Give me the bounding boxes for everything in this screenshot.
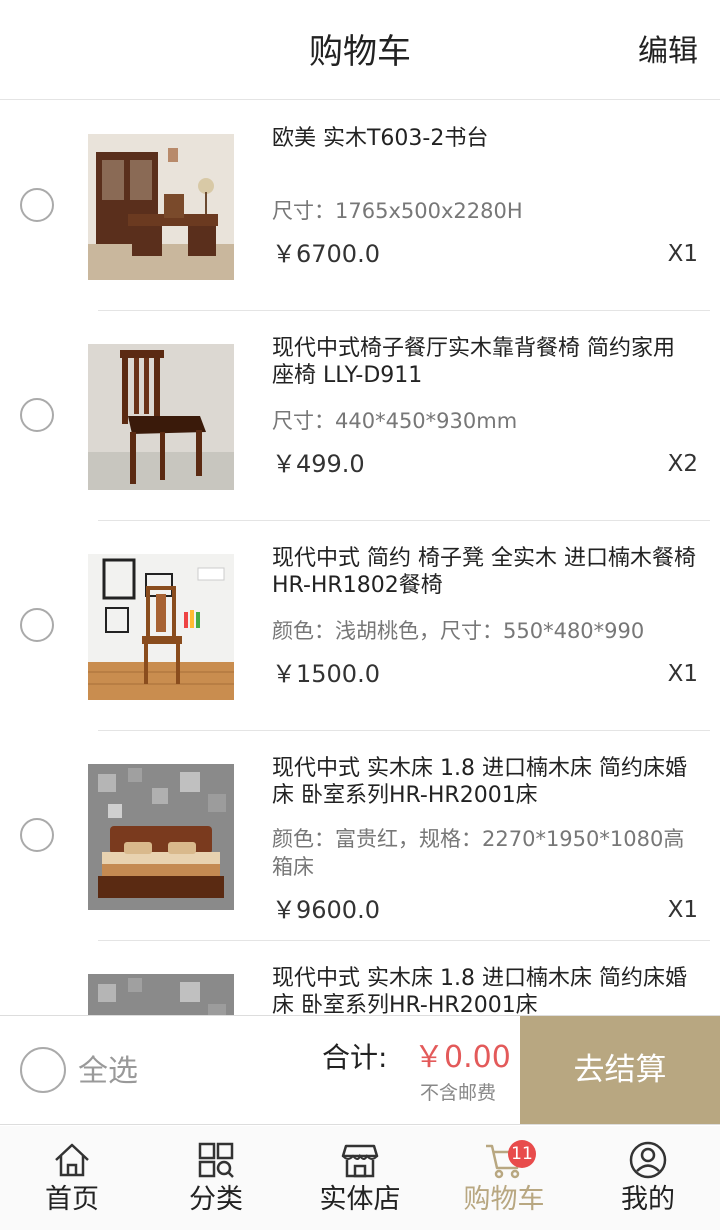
product-name[interactable]: 欧美 实木T603-2书台 <box>272 125 696 152</box>
product-spec: 尺寸：1765x500x2280H <box>272 199 523 223</box>
product-name[interactable]: 现代中式椅子餐厅实木靠背餐椅 简约家用座椅 LLY-D911 <box>272 335 696 389</box>
product-quantity: X1 <box>667 661 698 687</box>
tab-cart[interactable]: 11 购物车 <box>432 1126 576 1230</box>
tab-label: 实体店 <box>319 1184 401 1215</box>
item-select-radio[interactable] <box>20 398 54 432</box>
product-spec: 尺寸：440*450*930mm <box>272 409 518 433</box>
product-image-bed[interactable] <box>88 974 234 1015</box>
tab-home[interactable]: 首页 <box>0 1126 144 1230</box>
item-select-radio[interactable] <box>20 188 54 222</box>
tab-category[interactable]: 分类 <box>144 1126 288 1230</box>
cart-item: 现代中式 实木床 1.8 进口楠木床 简约床婚床 卧室系列HR-HR2001床 … <box>0 731 720 941</box>
cart-item: 欧美 实木T603-2书台 尺寸：1765x500x2280H ￥6700.0 … <box>0 101 720 311</box>
user-icon <box>629 1141 667 1179</box>
total-label: 合计: <box>322 1041 388 1074</box>
product-image-chair[interactable] <box>88 344 234 490</box>
cart-item: 现代中式 实木床 1.8 进口楠木床 简约床婚床 卧室系列HR-HR2001床 <box>0 941 720 1015</box>
product-price: ￥1500.0 <box>272 660 380 688</box>
product-image-bed[interactable] <box>88 764 234 910</box>
shipping-note: 不含邮费 <box>420 1082 497 1104</box>
checkout-button[interactable]: 去结算 <box>520 1016 720 1124</box>
select-all-label[interactable]: 全选 <box>78 1052 138 1092</box>
product-spec: 颜色：浅胡桃色，尺寸：550*480*990 <box>272 619 645 643</box>
checkout-bar: 全选 合计: ￥0.00 不含邮费 去结算 <box>0 1015 720 1125</box>
product-price: ￥499.0 <box>272 450 365 478</box>
product-price: ￥9600.0 <box>272 896 380 924</box>
product-image-dining-chair[interactable] <box>88 554 234 700</box>
item-select-radio[interactable] <box>20 818 54 852</box>
total-amount: ￥0.00 <box>414 1040 511 1075</box>
store-icon <box>341 1144 379 1178</box>
tab-label: 分类 <box>189 1184 243 1215</box>
edit-button[interactable]: 编辑 <box>638 32 698 72</box>
product-quantity: X1 <box>667 897 698 923</box>
category-icon <box>198 1142 234 1178</box>
product-image-desk[interactable] <box>88 134 234 280</box>
bottom-tab-bar: 首页 分类 实体店 11 购物车 我的 <box>0 1126 720 1230</box>
page-title: 购物车 <box>309 32 411 72</box>
cart-count-badge: 11 <box>508 1140 536 1168</box>
cart-item: 现代中式椅子餐厅实木靠背餐椅 简约家用座椅 LLY-D911 尺寸：440*45… <box>0 311 720 521</box>
cart-item: 现代中式 简约 椅子凳 全实木 进口楠木餐椅 HR-HR1802餐椅 颜色：浅胡… <box>0 521 720 731</box>
product-spec: 颜色：富贵红，规格：2270*1950*1080高箱床 <box>272 827 685 879</box>
product-price: ￥6700.0 <box>272 240 380 268</box>
item-select-radio[interactable] <box>20 608 54 642</box>
product-quantity: X2 <box>667 451 698 477</box>
tab-label: 首页 <box>45 1184 99 1215</box>
tab-label: 我的 <box>621 1184 675 1215</box>
home-icon <box>55 1143 89 1177</box>
cart-list[interactable]: 欧美 实木T603-2书台 尺寸：1765x500x2280H ￥6700.0 … <box>0 101 720 1015</box>
tab-label: 购物车 <box>463 1184 545 1215</box>
top-bar: 购物车 编辑 <box>0 0 720 100</box>
product-name[interactable]: 现代中式 实木床 1.8 进口楠木床 简约床婚床 卧室系列HR-HR2001床 <box>272 965 696 1015</box>
product-name[interactable]: 现代中式 实木床 1.8 进口楠木床 简约床婚床 卧室系列HR-HR2001床 <box>272 755 696 809</box>
select-all-radio[interactable] <box>20 1047 66 1093</box>
tab-store[interactable]: 实体店 <box>288 1126 432 1230</box>
product-quantity: X1 <box>667 241 698 267</box>
tab-profile[interactable]: 我的 <box>576 1126 720 1230</box>
product-name[interactable]: 现代中式 简约 椅子凳 全实木 进口楠木餐椅 HR-HR1802餐椅 <box>272 545 696 599</box>
